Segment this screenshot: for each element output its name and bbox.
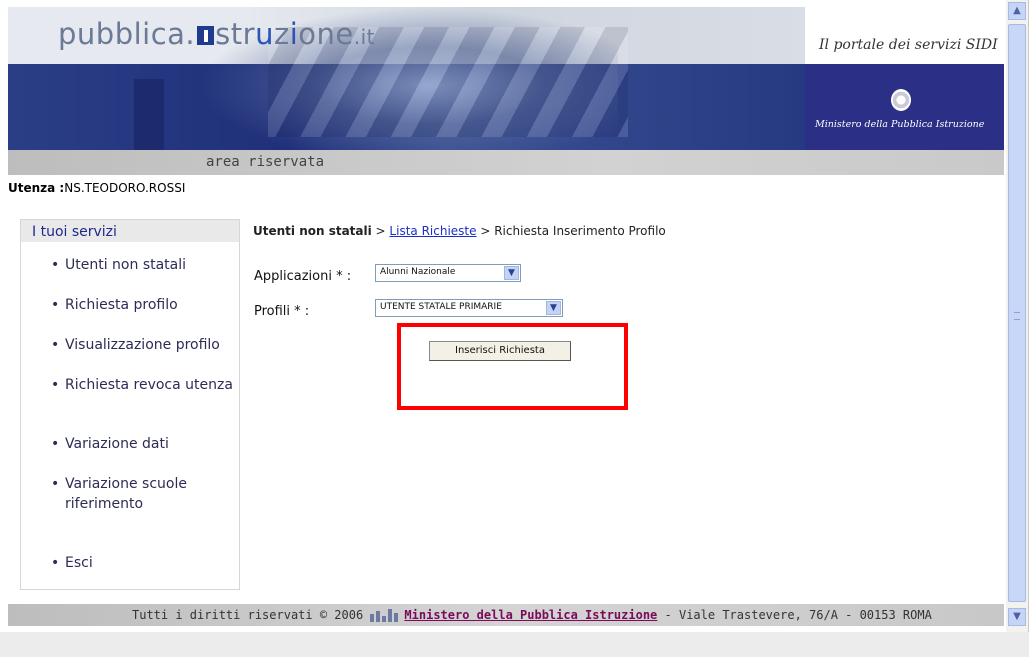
profili-select-value: UTENTE STATALE PRIMARIE (380, 302, 502, 312)
grip-icon (1014, 312, 1020, 320)
browser-viewport: pubblica. struzione.it Il portale dei ser… (0, 0, 1029, 632)
header-banner: pubblica. struzione.it (8, 7, 805, 150)
profili-select[interactable]: UTENTE STATALE PRIMARIE ▼ (375, 299, 563, 317)
sidebar-item-richiesta-revoca-utenza[interactable]: Richiesta revoca utenza (51, 375, 235, 395)
page: pubblica. struzione.it Il portale dei ser… (8, 7, 1004, 632)
portal-tagline: Il portale dei servizi SIDI (819, 37, 998, 53)
chevron-down-icon[interactable]: ▼ (504, 266, 519, 280)
applicazioni-select-value: Alunni Nazionale (380, 267, 456, 277)
user-info: Utenza :NS.TEODORO.ROSSI (8, 181, 185, 195)
breadcrumb-current: Richiesta Inserimento Profilo (494, 224, 666, 238)
footer-ministry-link[interactable]: Ministero della Pubblica Istruzione (404, 608, 657, 622)
republic-emblem-icon (891, 89, 911, 111)
sidebar-item-esci[interactable]: Esci (51, 553, 235, 573)
scroll-up-icon[interactable]: ▲ (1008, 2, 1026, 20)
sidebar-title: I tuoi servizi (21, 220, 239, 242)
sidebar-item-richiesta-profilo[interactable]: Richiesta profilo (51, 295, 235, 315)
sidebar-item-variazione-scuole-riferimento[interactable]: Variazione scuole riferimento (51, 474, 235, 514)
area-label: area riservata (206, 154, 325, 170)
footer-copyright: Tutti i diritti riservati © 2006 (132, 608, 364, 622)
chevron-down-icon[interactable]: ▼ (546, 301, 561, 315)
ministry-signature: Ministero della Pubblica Istruzione (815, 119, 985, 130)
user-value: NS.TEODORO.ROSSI (64, 181, 186, 195)
header-ministry-panel: Il portale dei servizi SIDI Ministero de… (805, 7, 1004, 150)
footer: Tutti i diritti riservati © 2006 Ministe… (8, 604, 1004, 626)
footer-address: - Viale Trastevere, 76/A - 00153 ROMA (657, 608, 932, 622)
logo-square-icon (197, 26, 215, 45)
area-bar: area riservata (8, 150, 1004, 175)
breadcrumb-root: Utenti non statali (253, 224, 372, 238)
profili-label: Profili * : (254, 304, 310, 319)
sidebar-item-utenti-non-statali[interactable]: Utenti non statali (51, 255, 235, 275)
footer-text: Tutti i diritti riservati © 2006 Ministe… (132, 608, 932, 622)
scrollbar-thumb[interactable] (1008, 24, 1026, 602)
site-header: pubblica. struzione.it Il portale dei ser… (8, 7, 1004, 175)
mpi-logo-icon (370, 608, 400, 622)
sidebar-item-variazione-dati[interactable]: Variazione dati (51, 434, 235, 454)
scroll-down-icon[interactable]: ▼ (1008, 608, 1026, 626)
highlight-box (397, 323, 628, 410)
user-label: Utenza : (8, 181, 65, 195)
breadcrumb-link-lista-richieste[interactable]: Lista Richieste (389, 224, 476, 238)
applicazioni-select[interactable]: Alunni Nazionale ▼ (375, 264, 521, 282)
vertical-scrollbar[interactable]: ▲ ▼ (1006, 0, 1028, 632)
breadcrumb: Utenti non statali > Lista Richieste > R… (253, 224, 666, 238)
site-logo[interactable]: pubblica. struzione.it (58, 17, 375, 51)
logo-i-block (134, 79, 164, 150)
sidebar: I tuoi servizi Utenti non statali Richie… (20, 219, 240, 590)
applicazioni-label: Applicazioni * : (254, 269, 352, 284)
sidebar-item-visualizzazione-profilo[interactable]: Visualizzazione profilo (51, 335, 235, 355)
